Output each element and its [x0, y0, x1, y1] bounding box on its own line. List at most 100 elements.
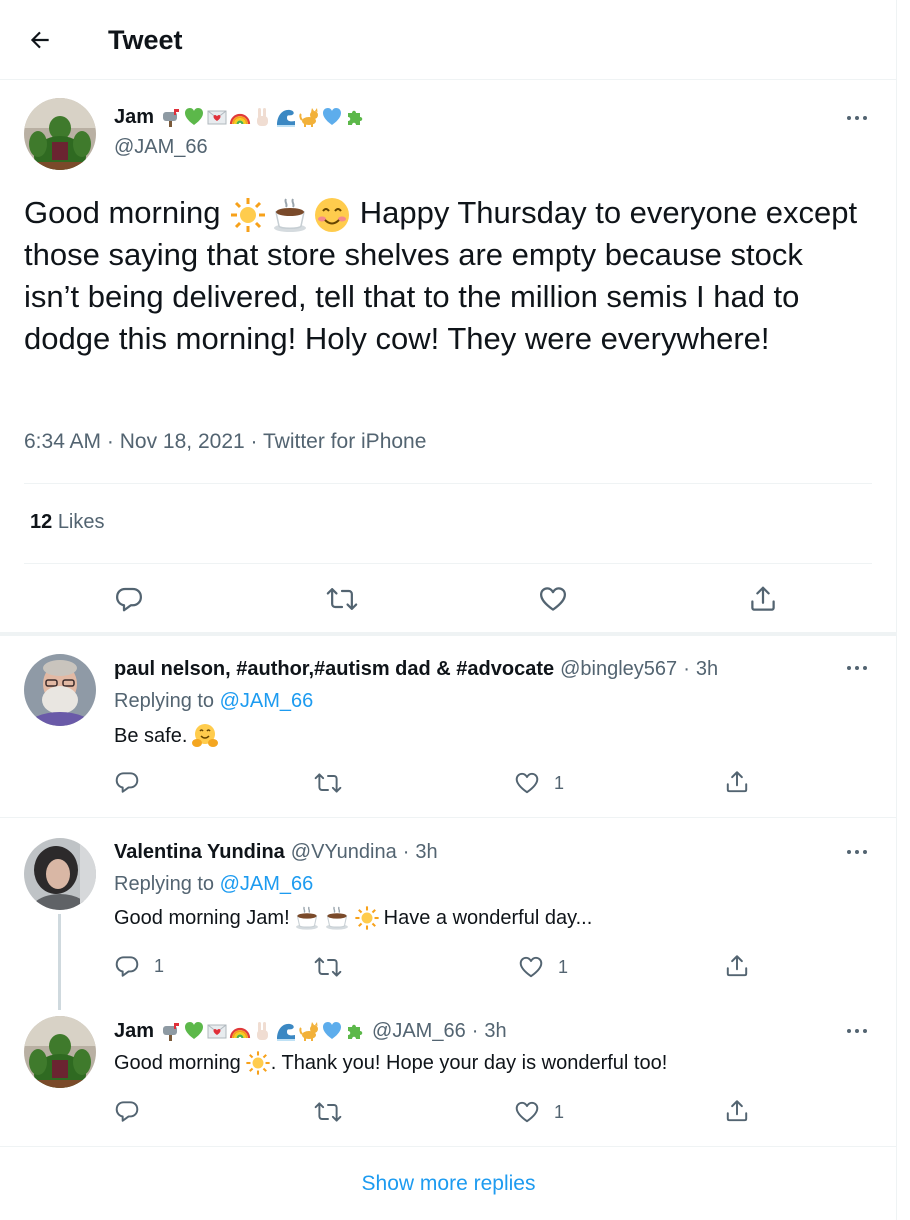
like-button[interactable] [538, 584, 568, 614]
more-options-button[interactable] [845, 840, 869, 864]
wave-icon [277, 109, 296, 127]
retweet-icon [314, 957, 342, 977]
share-button[interactable] [724, 769, 750, 795]
reply-button[interactable]: 1 [114, 953, 164, 979]
more-options-button[interactable] [845, 106, 869, 130]
reply-text: Good morning . Thank you! Hope your day … [114, 1050, 667, 1076]
retweet-button[interactable] [314, 954, 342, 980]
replying-to-label: Replying to [114, 873, 215, 895]
divider [0, 632, 897, 636]
hot-beverage-icon [274, 198, 307, 232]
retweet-button[interactable] [326, 584, 358, 614]
like-button[interactable]: 1 [514, 1099, 564, 1125]
more-dots-icon [847, 850, 867, 854]
thread-connector-line [58, 914, 61, 1010]
reply-time[interactable]: 3h [484, 1018, 506, 1044]
likes-label: Likes [57, 511, 105, 533]
rainbow-icon [229, 1027, 251, 1039]
sun-icon [355, 906, 379, 930]
tweet-date[interactable]: Nov 18, 2021 [120, 430, 245, 453]
more-options-button[interactable] [845, 1019, 869, 1043]
author-emoji-row [160, 106, 366, 128]
avatar[interactable] [24, 1016, 96, 1088]
replying-to: Replying to @JAM_66 [114, 871, 313, 897]
heart-outline-icon [540, 587, 566, 611]
reply-button[interactable] [114, 1098, 154, 1124]
wave-icon [277, 1023, 296, 1041]
reply-icon [115, 956, 139, 977]
replying-to-handle[interactable]: @JAM_66 [220, 873, 314, 895]
heart-outline-icon [515, 772, 539, 794]
green-heart-icon [185, 108, 204, 125]
blue-heart-icon [323, 1022, 342, 1039]
share-button[interactable] [748, 584, 778, 614]
reply-author-handle[interactable]: @JAM_66 [372, 1018, 466, 1044]
reply-author-name[interactable]: Valentina Yundina [114, 839, 285, 865]
hot-beverage-icon [325, 906, 348, 930]
reply-text-part2: Have a wonderful day... [383, 907, 593, 929]
show-more-replies-button[interactable]: Show more replies [0, 1148, 897, 1220]
like-count: 1 [554, 1101, 565, 1122]
mailbox-icon [163, 1023, 180, 1041]
reply-text: Good morning Jam! Have a wonderful day..… [114, 905, 592, 931]
victory-hand-icon [257, 1022, 269, 1040]
like-button[interactable]: 1 [518, 954, 568, 980]
likes-summary[interactable]: 12 Likes [30, 509, 105, 535]
reply-author-name[interactable]: Jam [114, 1018, 154, 1044]
reply-button[interactable] [114, 584, 144, 614]
tweet-source[interactable]: Twitter for iPhone [263, 430, 426, 453]
tweet-time[interactable]: 6:34 AM [24, 430, 101, 453]
avatar[interactable] [24, 98, 96, 170]
bearded-man-avatar-image [24, 654, 96, 726]
share-button[interactable] [724, 1098, 750, 1124]
retweet-button[interactable] [314, 770, 342, 796]
avatar[interactable] [24, 654, 96, 726]
retweet-button[interactable] [314, 1099, 342, 1125]
reply-header: paul nelson, #author,#autism dad & #advo… [114, 656, 719, 682]
page-title: Tweet [108, 25, 183, 55]
smiling-face-icon [315, 197, 350, 232]
reply-button[interactable] [114, 769, 154, 795]
divider [24, 563, 872, 564]
victory-hand-icon [257, 108, 269, 126]
more-options-button[interactable] [845, 656, 869, 680]
reply-time[interactable]: 3h [415, 839, 437, 865]
author-emoji-row [160, 1020, 366, 1042]
reply-text-part1: Good morning Jam! [114, 907, 290, 929]
reply-text-part1: Good morning [114, 1052, 241, 1074]
tweet-meta: 6:34 AM · Nov 18, 2021 · Twitter for iPh… [24, 430, 427, 453]
replying-to-handle[interactable]: @JAM_66 [220, 690, 314, 712]
avatar[interactable] [24, 838, 96, 910]
puzzle-icon [348, 1024, 363, 1039]
reply-text: Be safe. [114, 722, 219, 750]
reply-text-part2: . Thank you! Hope your day is wonderful … [270, 1052, 668, 1074]
hot-beverage-icon [295, 906, 318, 930]
author-name-row[interactable]: Jam [114, 104, 366, 130]
sun-icon [231, 197, 266, 232]
divider [24, 483, 872, 484]
share-button[interactable] [724, 953, 750, 979]
reply-author-handle[interactable]: @VYundina [291, 839, 397, 865]
like-button[interactable]: 1 [514, 770, 564, 796]
tweet-thread-page: Tweet Jam @JAM_66 Good morning Happy Thu… [0, 0, 897, 1220]
love-letter-icon [207, 1024, 227, 1039]
reply-time[interactable]: 3h [696, 656, 718, 682]
hulk-avatar-image [24, 1016, 96, 1088]
share-icon [726, 955, 748, 977]
reply-author-handle[interactable]: @bingley567 [560, 656, 677, 682]
reply-author-name[interactable]: paul nelson, #author,#autism dad & #advo… [114, 656, 554, 682]
author-handle[interactable]: @JAM_66 [114, 134, 208, 160]
cat-icon [299, 108, 319, 127]
hulk-avatar-image [24, 98, 96, 170]
replying-to-label: Replying to [114, 690, 215, 712]
more-dots-icon [847, 116, 867, 120]
divider [0, 1146, 897, 1147]
mailbox-icon [163, 109, 180, 127]
likes-count: 12 [30, 511, 53, 533]
tweet-emojis [229, 196, 351, 234]
back-button[interactable] [22, 22, 58, 58]
more-dots-icon [847, 666, 867, 670]
puzzle-icon [348, 110, 363, 125]
reply-header: Valentina Yundina @VYundina · 3h [114, 839, 438, 865]
heart-outline-icon [519, 956, 543, 978]
